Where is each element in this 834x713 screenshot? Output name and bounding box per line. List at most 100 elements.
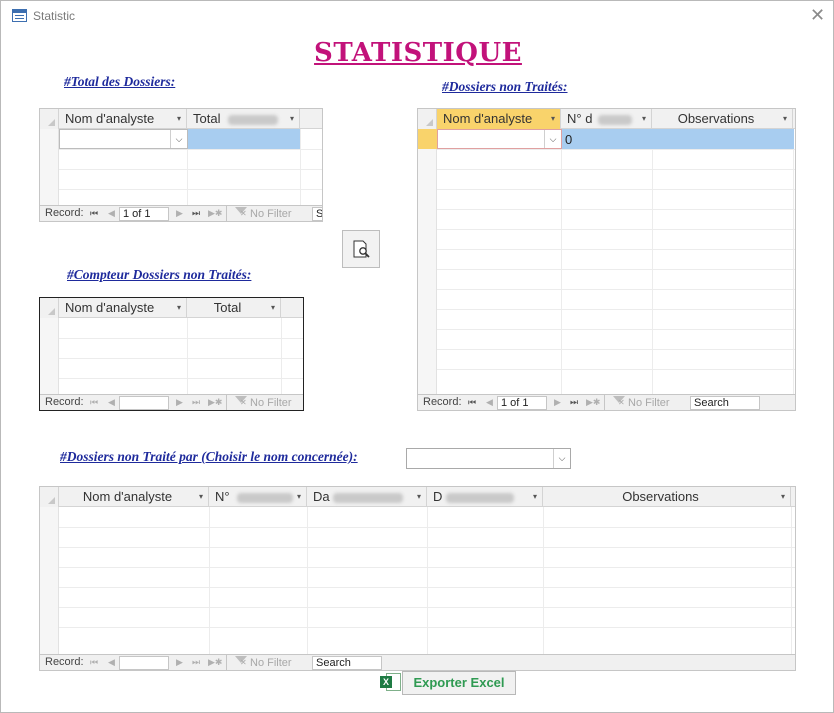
next-record-icon[interactable]: ▶ (176, 395, 183, 410)
grid-line (59, 169, 322, 170)
analyste-filter-select[interactable]: ⌵ (406, 448, 571, 469)
select-all-corner[interactable] (40, 487, 59, 507)
record-selector-column (40, 507, 59, 654)
col-label: Nom d'analyste (65, 300, 155, 315)
record-position-input[interactable] (119, 396, 169, 410)
no-filter-indicator[interactable]: No Filter (235, 396, 292, 409)
table-body (40, 318, 303, 394)
close-icon[interactable]: ✕ (810, 5, 825, 25)
record-navigation: Record: ⏮ ◀ ▶ ⏭ ▶✱ No Filter (40, 394, 303, 410)
col-label: Total (193, 111, 221, 126)
select-all-corner[interactable] (40, 298, 59, 318)
record-label: Record: (45, 207, 84, 219)
prev-record-icon[interactable]: ◀ (108, 395, 115, 410)
prev-record-icon[interactable]: ◀ (108, 206, 115, 221)
search-input[interactable]: Search (690, 396, 760, 410)
prev-record-icon[interactable]: ◀ (486, 395, 493, 410)
no-filter-indicator[interactable]: No Filter (235, 207, 292, 220)
col-label: Total (213, 300, 242, 315)
excel-x-glyph: X (380, 676, 392, 688)
col-dropdown-icon[interactable]: ▾ (533, 487, 537, 507)
prev-record-icon[interactable]: ◀ (108, 655, 115, 670)
compteur-table: Nom d'analyste ▾ Total ▾ Record: ⏮ ◀ ▶ ⏭… (39, 297, 304, 411)
col-dropdown-icon[interactable]: ▾ (177, 109, 181, 129)
new-record-icon[interactable]: ▶✱ (208, 655, 222, 670)
record-position-input[interactable]: 1 of 1 (119, 207, 169, 221)
current-record-selector[interactable] (418, 129, 437, 149)
col-dropdown-icon[interactable]: ▾ (781, 487, 785, 507)
no-filter-indicator[interactable]: No Filter (613, 396, 670, 409)
col-observations[interactable]: Observations ▾ (543, 487, 791, 507)
first-record-icon[interactable]: ⏮ (90, 206, 98, 221)
statistic-window: Statistic ✕ STATISTIQUE #Total des Dossi… (0, 0, 834, 713)
selected-row-highlight[interactable] (561, 129, 794, 149)
chevron-down-icon[interactable]: ⌵ (553, 449, 570, 468)
last-record-icon[interactable]: ⏭ (570, 395, 578, 410)
numero-cell[interactable]: 0 (565, 132, 572, 147)
col-total[interactable]: Total ▾ (187, 109, 300, 129)
record-label: Record: (45, 656, 84, 668)
last-record-icon[interactable]: ⏭ (192, 206, 200, 221)
search-input[interactable]: Se (312, 207, 322, 221)
new-record-icon[interactable]: ▶✱ (586, 395, 600, 410)
record-position-input[interactable] (119, 656, 169, 670)
col-label: Nom d'analyste (443, 111, 533, 126)
table-body (40, 507, 795, 654)
select-all-corner[interactable] (418, 109, 437, 129)
col-observations[interactable]: Observations ▾ (652, 109, 793, 129)
col-label: Nom d'analyste (82, 489, 173, 504)
page-title-wrap: STATISTIQUE (1, 38, 834, 68)
filter-icon (613, 396, 625, 407)
col-total[interactable]: Total ▾ (187, 298, 281, 318)
nom-analyste-combo[interactable]: ⌵ (59, 129, 188, 149)
col-dropdown-icon[interactable]: ▾ (199, 487, 203, 507)
col-dropdown-icon[interactable]: ▾ (642, 109, 646, 129)
no-filter-indicator[interactable]: No Filter (235, 656, 292, 669)
new-record-icon[interactable]: ▶✱ (208, 206, 222, 221)
record-position-input[interactable]: 1 of 1 (497, 396, 547, 410)
new-record-icon[interactable]: ▶✱ (208, 395, 222, 410)
col-numero[interactable]: N° ▾ (209, 487, 307, 507)
next-record-icon[interactable]: ▶ (554, 395, 561, 410)
col-date-a[interactable]: Da ▾ (307, 487, 427, 507)
last-record-icon[interactable]: ⏭ (192, 395, 200, 410)
table-header: Nom d'analyste ▾ N° d ▾ Observations ▾ (418, 109, 795, 129)
record-selector-column (418, 129, 437, 394)
grid-line (437, 309, 795, 310)
export-excel-button[interactable]: X Exporter Excel (380, 671, 516, 695)
col-dropdown-icon[interactable]: ▾ (297, 487, 301, 507)
next-record-icon[interactable]: ▶ (176, 206, 183, 221)
col-nom-analyste[interactable]: Nom d'analyste ▾ (437, 109, 561, 129)
grid-line (427, 507, 428, 654)
nom-analyste-combo[interactable]: ⌵ (437, 129, 562, 149)
col-nom-analyste[interactable]: Nom d'analyste ▾ (59, 298, 187, 318)
col-date-b[interactable]: D ▾ (427, 487, 543, 507)
grid-line (300, 129, 301, 207)
col-dropdown-icon[interactable]: ▾ (783, 109, 787, 129)
col-nom-analyste[interactable]: Nom d'analyste ▾ (59, 487, 209, 507)
chevron-down-icon[interactable]: ⌵ (544, 130, 561, 148)
col-numero[interactable]: N° d ▾ (561, 109, 652, 129)
col-nom-analyste[interactable]: Nom d'analyste ▾ (59, 109, 187, 129)
search-input[interactable]: Search (312, 656, 382, 670)
grid-line (437, 269, 795, 270)
total-cell[interactable] (188, 129, 300, 149)
first-record-icon[interactable]: ⏮ (90, 395, 98, 410)
select-all-corner[interactable] (40, 109, 59, 129)
col-dropdown-icon[interactable]: ▾ (417, 487, 421, 507)
grid-line (59, 567, 795, 568)
search-preview-button[interactable] (342, 230, 380, 268)
first-record-icon[interactable]: ⏮ (90, 655, 98, 670)
last-record-icon[interactable]: ⏭ (192, 655, 200, 670)
col-dropdown-icon[interactable]: ▾ (290, 109, 294, 129)
col-label: Da (313, 489, 330, 504)
col-dropdown-icon[interactable]: ▾ (551, 109, 555, 129)
col-dropdown-icon[interactable]: ▾ (177, 298, 181, 318)
export-excel-label: Exporter Excel (402, 671, 516, 695)
first-record-icon[interactable]: ⏮ (468, 395, 476, 410)
col-dropdown-icon[interactable]: ▾ (271, 298, 275, 318)
next-record-icon[interactable]: ▶ (176, 655, 183, 670)
total-dossiers-label: #Total des Dossiers: (64, 74, 176, 89)
grid-line (437, 149, 795, 150)
chevron-down-icon[interactable]: ⌵ (170, 130, 187, 148)
